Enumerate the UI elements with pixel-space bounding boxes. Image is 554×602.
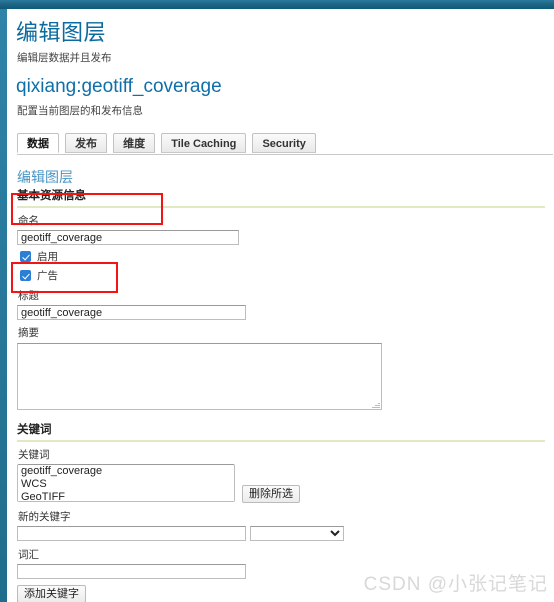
keywords-heading: 关键词 <box>17 424 52 436</box>
data-tab-panel: 编辑图层 基本资源信息 命名 启用 广告 标题 摘要 关键词 <box>17 169 554 602</box>
watermark: CSDN @小张记笔记 <box>363 574 548 595</box>
keywords-list-row: geotiff_coverage WCS GeoTIFF 删除所选 <box>17 464 554 503</box>
vocabulary-label: 词汇 <box>18 549 39 561</box>
keywords-divider <box>17 440 545 442</box>
tab-security[interactable]: Security <box>252 133 316 153</box>
left-accent-rail <box>0 9 7 602</box>
tab-bar: 数据 发布 维度 Tile Caching Security <box>17 133 554 155</box>
keyword-option[interactable]: GeoTIFF <box>18 491 234 502</box>
page-subtitle: 编辑层数据并且发布 <box>17 52 112 64</box>
keyword-option[interactable]: geotiff_coverage <box>18 465 234 478</box>
tab-dimensions[interactable]: 维度 <box>113 133 156 153</box>
enabled-checkbox-row[interactable]: 启用 <box>20 249 554 264</box>
content-panel: 编辑图层 编辑层数据并且发布 qixiang:geotiff_coverage … <box>7 9 554 602</box>
basic-resource-info-heading: 基本资源信息 <box>17 190 86 202</box>
resource-title: qixiang:geotiff_coverage <box>16 76 222 97</box>
abstract-label: 摘要 <box>18 327 39 339</box>
enabled-label: 启用 <box>37 251 58 263</box>
keyword-option[interactable]: WCS <box>18 478 234 491</box>
advertised-label: 广告 <box>37 270 58 282</box>
remove-selected-button[interactable]: 删除所选 <box>242 485 300 503</box>
advertised-checkbox[interactable] <box>20 270 31 281</box>
vocabulary-select[interactable] <box>250 526 344 541</box>
name-input[interactable] <box>17 230 239 245</box>
tab-data[interactable]: 数据 <box>17 133 59 153</box>
name-label: 命名 <box>18 215 39 227</box>
abstract-textarea[interactable] <box>17 343 382 410</box>
keywords-listbox[interactable]: geotiff_coverage WCS GeoTIFF <box>17 464 235 502</box>
add-keyword-button[interactable]: 添加关键字 <box>17 585 86 602</box>
advertised-checkbox-row[interactable]: 广告 <box>20 268 554 283</box>
vocabulary-input[interactable] <box>17 564 246 579</box>
edit-layer-heading: 编辑图层 <box>17 169 73 185</box>
top-accent-bar <box>0 0 554 9</box>
tab-publishing[interactable]: 发布 <box>65 133 108 153</box>
new-keyword-label: 新的关键字 <box>18 511 71 523</box>
new-keyword-row <box>17 526 554 541</box>
enabled-checkbox[interactable] <box>20 251 31 262</box>
tab-tile-caching[interactable]: Tile Caching <box>161 133 247 153</box>
section-divider <box>17 206 545 208</box>
abstract-wrapper <box>17 342 382 410</box>
title-input[interactable] <box>17 305 246 320</box>
resource-subtitle: 配置当前图层的和发布信息 <box>17 105 143 117</box>
keywords-list-label: 关键词 <box>18 449 50 461</box>
new-keyword-input[interactable] <box>17 526 246 541</box>
page-title: 编辑图层 <box>16 20 107 45</box>
title-label: 标题 <box>18 290 39 302</box>
